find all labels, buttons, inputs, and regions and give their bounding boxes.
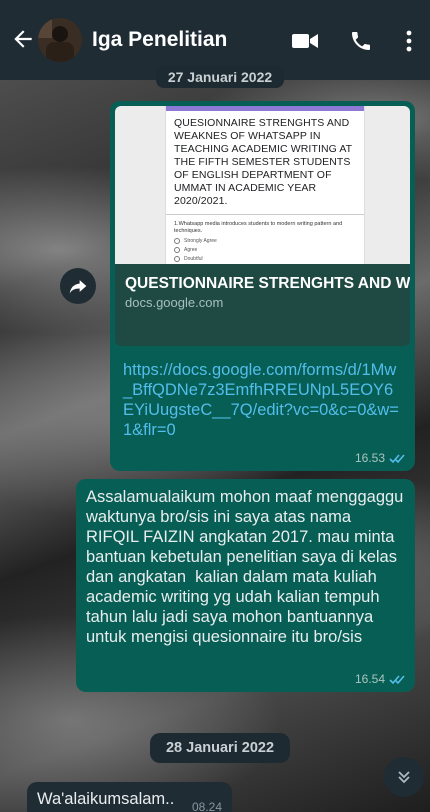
double-chevron-down-icon	[398, 771, 410, 784]
link-preview-title: QUESTIONNAIRE STRENGHTS AND WEAKNESS OF …	[125, 275, 410, 292]
message-text: Wa'alaikumsalam..	[37, 790, 175, 808]
message-time: 16.54	[354, 672, 385, 686]
link-preview-domain: docs.google.com	[125, 295, 224, 310]
message-meta: 16.54	[355, 672, 405, 686]
read-receipt-icon	[389, 453, 405, 463]
forward-icon	[69, 280, 87, 294]
preview-option: Doubtful	[184, 256, 203, 262]
avatar[interactable]	[38, 18, 82, 62]
outgoing-link-message[interactable]: QUESIONNAIRE STRENGHTS AND WEAKNES OF WH…	[110, 101, 415, 471]
date-divider: 27 Januari 2022	[156, 66, 284, 88]
message-text: Assalamualaikum mohon maaf menggaggu wak…	[86, 488, 408, 646]
preview-form-question: 1.Whatsapp media introduces students to …	[174, 221, 343, 234]
contact-name[interactable]: Iga Penelitian	[92, 28, 227, 52]
video-call-icon[interactable]	[291, 31, 319, 51]
read-receipt-icon	[389, 674, 405, 684]
back-arrow-icon[interactable]	[10, 26, 36, 52]
preview-option: Agree	[184, 247, 198, 253]
date-divider: 28 Januari 2022	[150, 733, 290, 763]
incoming-text-message[interactable]: Wa'alaikumsalam.. 08.24	[27, 782, 232, 812]
scroll-to-bottom-button[interactable]	[384, 757, 424, 797]
message-meta: 16.53	[355, 451, 405, 465]
message-link[interactable]: https://docs.google.com/forms/d/1Mw_BffQ…	[115, 346, 410, 440]
outgoing-text-message[interactable]: Assalamualaikum mohon maaf menggaggu wak…	[76, 479, 415, 692]
message-time: 08.24	[191, 800, 222, 812]
preview-option: Strongly Agree	[184, 238, 217, 244]
message-time: 16.53	[354, 451, 385, 465]
forward-button[interactable]	[60, 268, 96, 304]
link-preview-card[interactable]: QUESIONNAIRE STRENGHTS AND WEAKNES OF WH…	[115, 106, 410, 346]
voice-call-icon[interactable]	[349, 29, 373, 53]
preview-form-title: QUESIONNAIRE STRENGHTS AND WEAKNES OF WH…	[174, 117, 353, 207]
more-options-icon[interactable]	[404, 29, 414, 53]
link-preview-image: QUESIONNAIRE STRENGHTS AND WEAKNES OF WH…	[115, 106, 410, 264]
